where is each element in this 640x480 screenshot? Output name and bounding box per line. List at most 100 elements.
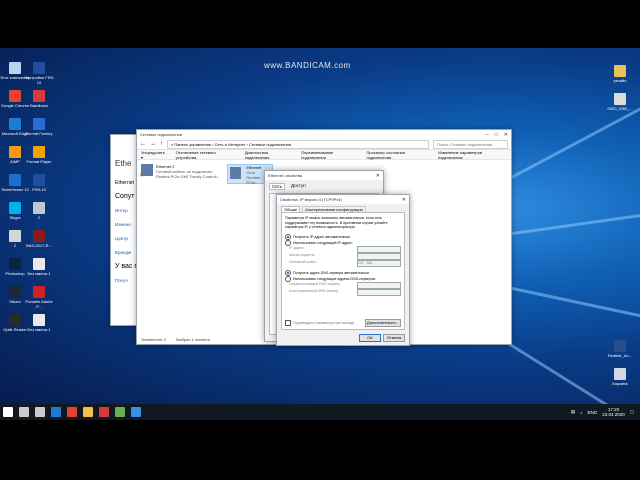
desktop-icon-label: Format Player [26,159,52,164]
alternate-dns-field[interactable] [357,288,401,296]
app-icon [9,118,21,130]
desktop-icon-label: 2 [37,215,41,220]
taskbar-explorer-icon[interactable] [83,407,93,417]
desktop-icon-label: FIFA 19 [32,187,46,192]
auto-ip-radio[interactable] [285,233,291,240]
app-icon [33,202,45,214]
app-icon [33,118,45,130]
forward-icon[interactable]: → [150,141,156,147]
desktop-icon[interactable]: резайн [605,65,635,83]
close-button[interactable]: ✕ [402,197,406,203]
search-input[interactable]: Поиск: Сетевые подключения [433,139,508,149]
manual-dns-label: Использовать следующие адреса DNS-сервер… [293,276,376,281]
subnet-mask-label: Маска подсети: [289,252,315,257]
up-icon[interactable]: ↑ [160,141,163,147]
window-title: Сетевые подключения [140,132,182,137]
taskbar-edge-icon[interactable] [51,407,61,417]
auto-dns-label: Получить адрес DNS-сервера автоматически [293,270,369,275]
desktop-icon[interactable]: FIFA 19 [24,174,54,192]
app-icon [9,314,21,326]
app-icon [614,340,626,352]
toolbar-command[interactable]: Отключение сетевого устройства [176,150,237,160]
gateway-field[interactable]: 120 . 168 . . [357,259,401,267]
taskbar-task-view-icon[interactable] [35,407,45,417]
desktop-icon[interactable]: Без имени-1 [24,258,54,276]
advanced-button[interactable]: Дополнительно... [365,319,401,327]
toolbar-command[interactable]: Переименование подключения [301,150,358,160]
disconnected-icon: ✕ [139,173,145,179]
taskbar-chrome-icon[interactable] [67,407,77,417]
address-bar[interactable]: « Панель управления › Сеть и Интернет › … [167,139,429,149]
notifications-icon[interactable]: ▢ [630,409,634,415]
desktop-icon-label: Realtek_Au... [607,353,632,358]
command-bar: Упорядочить ▾ Отключение сетевого устройс… [137,150,511,160]
desktop-icon[interactable]: Format Player [24,146,54,164]
app-icon [9,202,21,214]
app-icon [33,258,45,270]
app-icon [614,65,626,77]
toolbar-command[interactable]: Упорядочить ▾ [141,150,168,160]
toolbar-command[interactable]: Диагностика подключения [245,150,293,160]
volume-tray-icon[interactable]: ♪ [580,410,582,415]
preferred-dns-field[interactable] [357,281,401,289]
auto-dns-radio[interactable] [285,269,291,276]
desktop-icon-label: Без имени-1 [27,327,51,332]
input-language[interactable]: ENG [587,410,597,415]
clock-date: 23.04.2020 [602,412,625,417]
app-icon [33,314,45,326]
dialog-title: Свойства: IP версии 4 (TCP/IPv4) [280,197,342,202]
back-icon[interactable]: ← [140,141,146,147]
app-icon [33,230,45,242]
ok-button[interactable]: ОК [359,334,381,342]
toolbar-command[interactable]: Изменение параметров подключения [438,150,507,160]
ip-address-field[interactable] [357,245,401,253]
app-icon [9,146,21,158]
tab-sharing[interactable]: Доступ [291,183,306,190]
toolbar-command[interactable]: Просмотр состояния подключения [367,150,431,160]
taskbar-apps [0,407,144,417]
desktop-icon[interactable]: Bandicam [24,90,54,108]
desktop-icon-label: Настройки FIFA 19 [24,75,54,85]
taskbar-start-icon[interactable] [3,407,13,417]
desktop-icon[interactable]: Portable Adobe P... [24,286,54,309]
desktop-icon[interactable]: Без имени-1 [24,314,54,332]
clock[interactable]: 17:20 23.04.2020 [602,407,625,417]
desktop-icon[interactable]: BAS-2017-R... [24,230,54,248]
desktop-icon-label: BAS-2017-R... [26,243,52,248]
desktop-icon[interactable]: Realtek_Au... [605,340,635,358]
taskbar-search-icon[interactable] [19,407,29,417]
maximize-button[interactable]: □ [495,132,498,138]
desktop-icon-label: Bandicam [30,103,48,108]
ip-description: Параметры IP можно назначать автоматичес… [285,216,388,230]
auto-ip-label: Получить IP-адрес автоматически [293,234,350,239]
desktop-icon[interactable]: Format Factory [24,118,54,136]
desktop-icon[interactable]: Корзина [605,368,635,386]
network-tray-icon[interactable]: ▤ [571,409,575,415]
adapter-ethernet2[interactable]: ✕ Ethernet 2 Сетевой кабель не подключен… [139,164,225,182]
gateway-label: Основной шлюз: [289,259,317,264]
subnet-mask-field[interactable] [357,252,401,260]
app-icon [33,90,45,102]
ip-address-label: IP-адрес: [289,245,305,250]
tab-network[interactable]: Сеть [269,183,286,190]
validate-checkbox[interactable] [285,320,291,326]
network-adapter-icon: ✕ [139,164,153,179]
ipv4-properties-dialog[interactable]: Свойства: IP версии 4 (TCP/IPv4) ✕ Общие… [276,194,410,346]
validate-label: Подтвердить параметры при выходе [293,320,355,325]
taskbar-media-icon[interactable] [115,407,125,417]
taskbar-bandicam-icon[interactable] [99,407,109,417]
desktop-icon[interactable]: Настройки FIFA 19 [24,62,54,85]
app-icon [9,174,21,186]
app-icon [614,368,626,380]
taskbar-network-icon[interactable] [131,407,141,417]
close-button[interactable]: ✕ [504,132,508,138]
desktop-icon[interactable]: 0920_USB_... [605,93,635,111]
desktop-icon[interactable]: 2 [24,202,54,220]
close-button[interactable]: ✕ [376,173,380,179]
app-icon [33,146,45,158]
minimize-button[interactable]: – [486,132,489,138]
app-icon [9,258,21,270]
status-item-count: Элементов: 2 [141,337,167,342]
cancel-button[interactable]: Отмена [383,334,405,342]
desktop-icon-label: резайн [613,78,627,83]
